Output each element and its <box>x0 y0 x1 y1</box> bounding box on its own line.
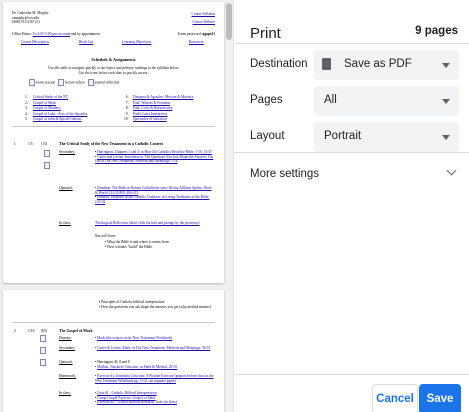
more-settings-toggle[interactable]: More settings <box>250 168 319 180</box>
homework-label: Homework: <box>59 374 77 378</box>
preview-page-2: • Principles of Catholic biblical interp… <box>3 290 224 412</box>
journal-icon <box>40 359 46 366</box>
page2-bullets: • Principles of Catholic biblical interp… <box>99 300 211 309</box>
primary-reading: • Mark (the version in the New Testament… <box>95 336 173 340</box>
week-date: 1/5 <box>28 142 33 146</box>
week-title: The Critical Study of the New Testament … <box>59 142 163 146</box>
zoom-icon <box>40 335 46 342</box>
nav-link-2: Book List <box>79 40 94 44</box>
office-hours: Office Hours: Tu 3:05-5:00 pm on zoom an… <box>12 32 100 36</box>
schedule-intro-1: Use this table to navigate quickly to ou… <box>48 66 179 70</box>
divider <box>12 126 215 127</box>
instructor-block: Dr. Catherine M. Murphy cmurphy@scu.edu … <box>12 11 49 25</box>
homework: • Exercise #1: Journalist Criticism: A P… <box>95 374 214 383</box>
week-date: 1/16 <box>28 329 35 333</box>
instructor-phone: (408) 551-3167 (o) <box>12 20 40 25</box>
nav-link-1: Course Description <box>21 40 49 44</box>
document-icon <box>322 58 331 70</box>
topic-list-right: Diaspora & Apostles: Mission & Ministry P… <box>133 95 194 122</box>
chevron-down-icon <box>442 135 450 140</box>
inclass-label: In class: <box>59 391 71 395</box>
scrollbar-thumb[interactable] <box>226 3 232 40</box>
layout-select[interactable]: Portrait <box>314 122 459 152</box>
zoom-password: Zoom password: agape21 <box>177 32 215 36</box>
divider <box>12 322 215 323</box>
syllabus-links: Course Syllabus Course Website <box>192 12 215 24</box>
optional-label: Optional: <box>59 360 73 364</box>
week-code: [65] <box>41 329 47 333</box>
secondary-readings: • Harrington, Chapters 1 and 3, in How D… <box>95 150 214 164</box>
chevron-down-icon <box>442 63 450 68</box>
section-divider <box>234 152 469 153</box>
zoom-icon <box>44 150 50 157</box>
video-icon <box>40 347 46 354</box>
pages-select[interactable]: All <box>314 86 459 116</box>
optional-label: Optional: <box>59 186 73 190</box>
optional-readings: • Harrington 46, 8 and 8 • Malbon, Narra… <box>95 360 178 369</box>
learn-intro: You will learn: <box>95 234 117 238</box>
layout-label: Layout <box>250 130 285 142</box>
week-code: [13] <box>41 142 47 146</box>
course-website-link: Course Website <box>192 19 215 24</box>
video-icon <box>44 162 50 169</box>
footer-divider <box>234 374 469 375</box>
inclass-label: In class: <box>59 221 71 225</box>
secondary-label: Secondary: <box>59 150 76 154</box>
primary-label: Primary: <box>59 336 72 340</box>
layout-value: Portrait <box>324 130 362 142</box>
chevron-down-icon[interactable] <box>446 165 457 176</box>
inclass-list: • Quiz #1 - Catholic Biblical Interpreta… <box>95 391 177 405</box>
schedule-title: Schedule & Assignments <box>91 57 136 62</box>
schedule-intro-2: Use the icons below each date to quickly… <box>78 71 149 75</box>
print-settings-panel: Print 9 pages Destination Save as PDF Pa… <box>233 0 469 412</box>
optional-readings: • Donahue, The Bible in Roman Catholicis… <box>95 186 212 204</box>
secondary-reading: • Carter & Levine, Mark, in The New Test… <box>95 346 211 350</box>
destination-value: Save as PDF <box>344 58 412 70</box>
pages-label: Pages <box>250 94 283 106</box>
destination-select[interactable]: Save as PDF <box>314 50 459 80</box>
zoom-icon <box>29 79 35 86</box>
preview-page-1: Dr. Catherine M. Murphy cmurphy@scu.edu … <box>3 2 224 283</box>
journal-icon <box>87 79 94 86</box>
inclass-activity: Theological Reflection (short click the … <box>95 221 200 225</box>
nav-link-4: Resources <box>189 40 204 44</box>
week-number: 1 <box>14 142 16 146</box>
course-syllabus-link: Course Syllabus <box>191 12 215 16</box>
instructor-name: Dr. Catherine M. Murphy <box>12 11 49 15</box>
week-number: 2 <box>14 329 16 333</box>
week-title: The Gospel of Mark <box>59 329 93 333</box>
chevron-down-icon <box>442 99 450 104</box>
print-preview-pane[interactable]: Dr. Catherine M. Murphy cmurphy@scu.edu … <box>0 0 232 412</box>
save-button[interactable]: Save <box>419 384 461 412</box>
topic-numbers-left: 1. 2. 3. 4. 5. <box>25 95 28 122</box>
icon-legend: zoom session lecture videos journal refl… <box>29 79 119 86</box>
destination-label: Destination <box>250 58 308 70</box>
nav-link-3: Learning Objectives <box>122 40 152 44</box>
cancel-button[interactable]: Cancel <box>372 384 418 412</box>
topic-numbers-right: 6. 7. 8. 9. 10. <box>124 95 129 122</box>
dialog-title: Print <box>250 25 281 42</box>
preview-scrollbar[interactable] <box>226 0 232 412</box>
topic-list-left: Critical Study of the NT Gospel of Mark Go… <box>33 95 88 122</box>
header-divider <box>234 43 469 44</box>
page-count: 9 pages <box>415 25 458 37</box>
video-icon <box>57 79 64 86</box>
learn-list: • What the Bible is and where it comes f… <box>105 240 169 249</box>
pages-value: All <box>324 94 337 106</box>
secondary-label: Secondary: <box>59 346 76 350</box>
